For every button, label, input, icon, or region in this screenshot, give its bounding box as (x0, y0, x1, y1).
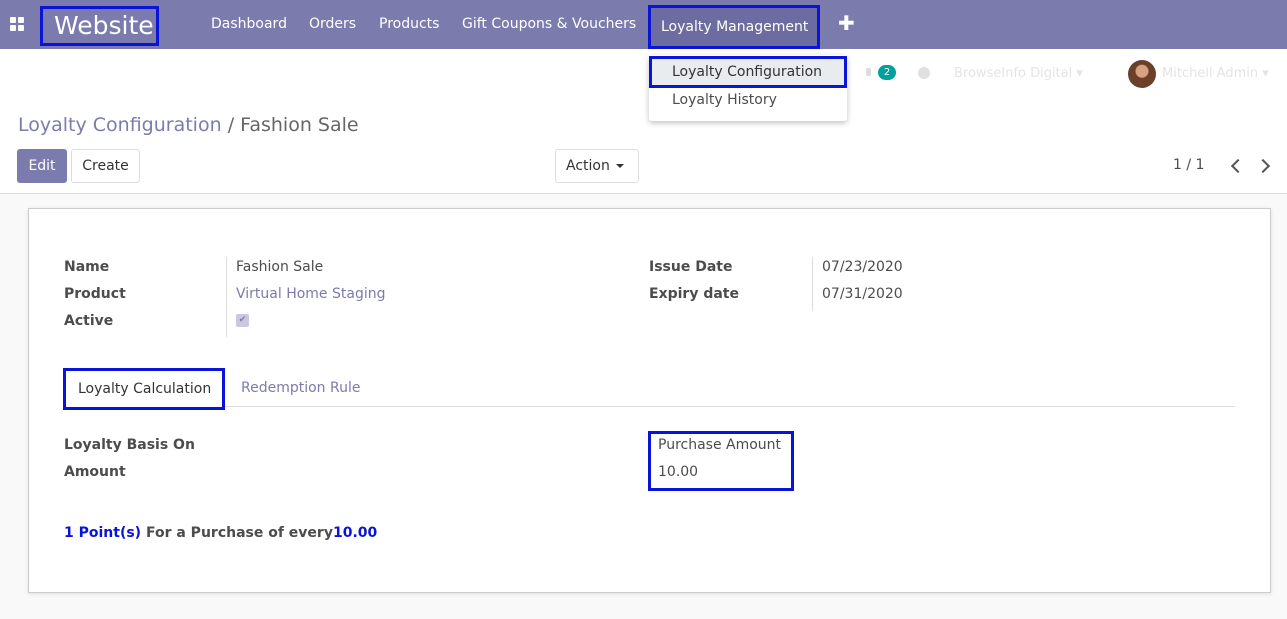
chat-count-badge: 2 (878, 65, 896, 80)
company-switcher[interactable]: BrowseInfo Digital ▾ (954, 66, 1083, 81)
tab-redemption-rule[interactable]: Redemption Rule (241, 380, 360, 396)
tab-loyalty-calculation[interactable]: Loyalty Calculation (63, 368, 225, 410)
menu-gift-coupons[interactable]: Gift Coupons & Vouchers (462, 0, 636, 49)
tab-divider (63, 406, 1235, 407)
chevron-down-icon: ▾ (1262, 66, 1269, 81)
points-rule-mid: For a Purchase of every (141, 525, 333, 541)
name-value: Fashion Sale (236, 259, 324, 275)
help-icon[interactable] (918, 67, 930, 79)
action-label: Action (566, 158, 610, 174)
field-divider (812, 257, 813, 311)
amount-value: 10.00 (658, 464, 699, 480)
product-link[interactable]: Virtual Home Staging (236, 286, 385, 302)
product-label: Product (64, 286, 126, 302)
breadcrumb-current: Fashion Sale (240, 114, 359, 136)
expiry-date-label: Expiry date (649, 286, 739, 302)
breadcrumb-parent[interactable]: Loyalty Configuration (18, 114, 222, 136)
dropdown-item-loyalty-configuration[interactable]: Loyalty Configuration (649, 56, 847, 88)
name-label: Name (64, 259, 110, 275)
issue-date-value: 07/23/2020 (822, 259, 903, 275)
company-name: BrowseInfo Digital (954, 66, 1073, 81)
pager-value[interactable]: 1 / 1 (1173, 157, 1204, 173)
menu-loyalty-management[interactable]: Loyalty Management (648, 5, 820, 49)
active-checkbox[interactable]: ✔ (236, 314, 249, 327)
breadcrumb: Loyalty Configuration / Fashion Sale (18, 114, 359, 136)
apps-grid-icon[interactable] (10, 17, 24, 31)
app-brand[interactable]: Website (40, 6, 159, 46)
chevron-down-icon: ▾ (1076, 66, 1083, 81)
issue-date-label: Issue Date (649, 259, 733, 275)
caret-down-icon (615, 164, 624, 168)
edit-button[interactable]: Edit (17, 149, 67, 183)
points-count: 1 Point(s) (64, 525, 142, 541)
amount-label: Amount (64, 464, 126, 480)
user-name: Mitchell Admin (1162, 66, 1259, 81)
plus-icon[interactable]: ✚ (838, 11, 855, 35)
chat-icon[interactable] (866, 68, 871, 76)
points-amount: 10.00 (332, 525, 378, 541)
loyalty-basis-label: Loyalty Basis On (64, 437, 195, 453)
menu-products[interactable]: Products (379, 0, 439, 49)
top-navbar: Website Dashboard Orders Products Gift C… (0, 0, 1287, 49)
expiry-date-value: 07/31/2020 (822, 286, 903, 302)
systray-bar (0, 49, 1287, 101)
create-button[interactable]: Create (71, 149, 140, 183)
field-divider (226, 257, 227, 337)
action-button[interactable]: Action (555, 149, 639, 183)
avatar[interactable] (1128, 60, 1156, 88)
loyalty-basis-value: Purchase Amount (658, 437, 782, 453)
menu-orders[interactable]: Orders (309, 0, 356, 49)
points-rule-text: 1 Point(s) For a Purchase of every10.00 (64, 525, 377, 541)
dropdown-item-loyalty-history[interactable]: Loyalty History (672, 92, 777, 108)
user-menu[interactable]: Mitchell Admin ▾ (1162, 66, 1269, 81)
active-label: Active (64, 313, 114, 329)
menu-dashboard[interactable]: Dashboard (211, 0, 287, 49)
breadcrumb-separator: / (227, 114, 235, 136)
